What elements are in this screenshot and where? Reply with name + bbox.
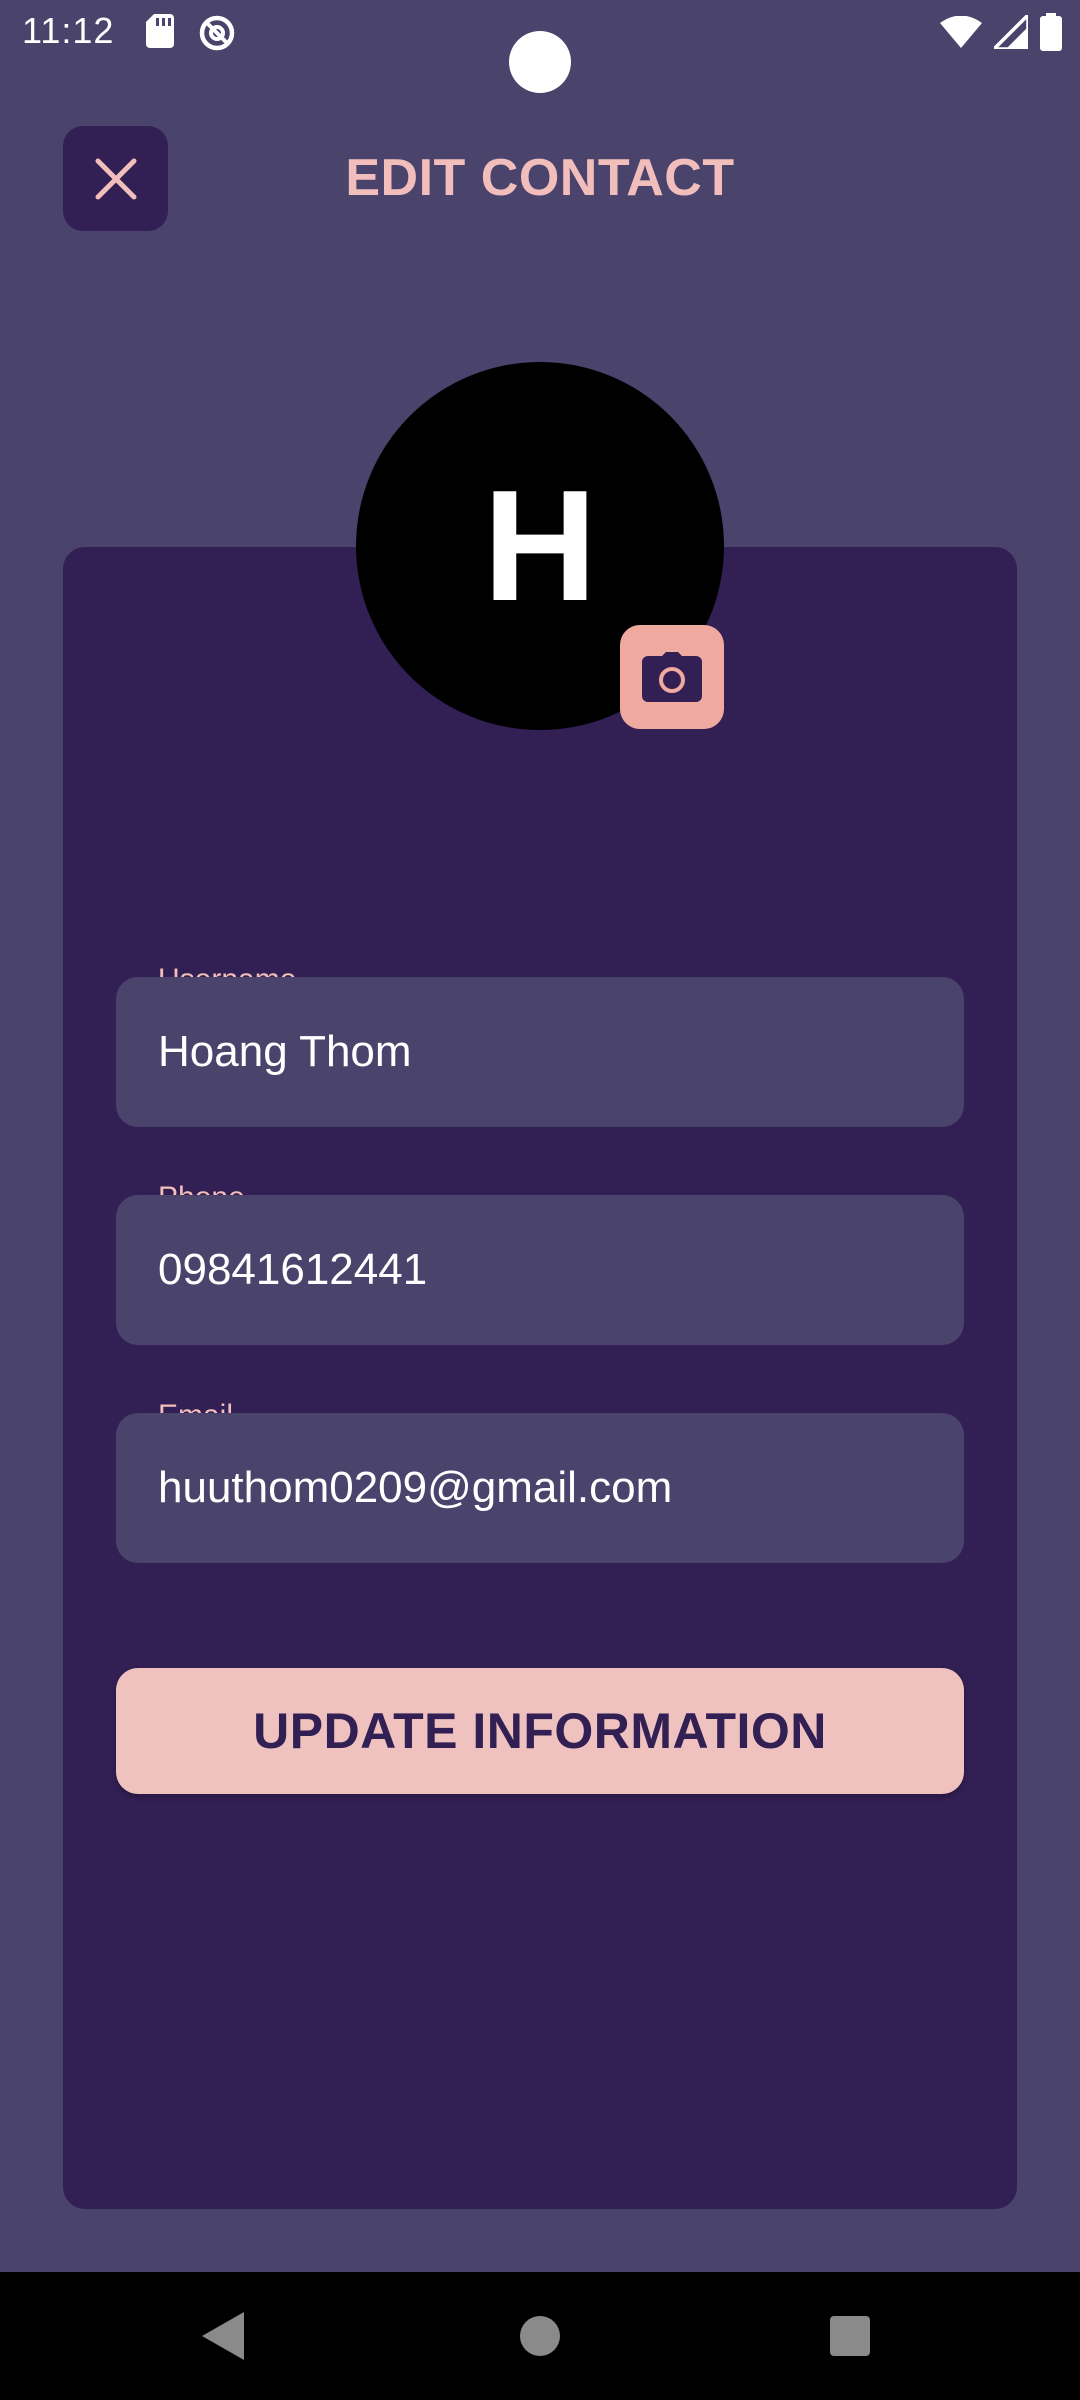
recents-icon[interactable] xyxy=(830,2316,870,2356)
signal-icon xyxy=(994,15,1028,49)
username-field[interactable]: Hoang Thom xyxy=(116,977,964,1127)
email-field[interactable]: huuthom0209@gmail.com xyxy=(116,1413,964,1563)
update-information-button[interactable]: UPDATE INFORMATION xyxy=(116,1668,964,1794)
battery-icon xyxy=(1040,13,1062,51)
camera-icon xyxy=(642,652,702,702)
phone-field[interactable]: 09841612441 xyxy=(116,1195,964,1345)
username-value: Hoang Thom xyxy=(158,1027,412,1076)
contact-form-card xyxy=(63,547,1017,2209)
email-value: huuthom0209@gmail.com xyxy=(158,1463,673,1512)
page-title: EDIT CONTACT xyxy=(345,149,735,207)
back-icon[interactable] xyxy=(202,2312,244,2360)
status-time: 11:12 xyxy=(22,10,115,51)
change-photo-button[interactable] xyxy=(620,625,724,729)
do-not-disturb-icon xyxy=(199,15,235,51)
navigation-bar xyxy=(0,2272,1080,2400)
avatar-initial: H xyxy=(482,458,598,634)
phone-value: 09841612441 xyxy=(158,1245,428,1294)
wifi-icon xyxy=(940,16,982,48)
status-icons xyxy=(940,12,1062,52)
camera-cutout xyxy=(509,31,571,93)
home-icon[interactable] xyxy=(520,2316,560,2356)
sd-card-icon xyxy=(146,14,174,48)
